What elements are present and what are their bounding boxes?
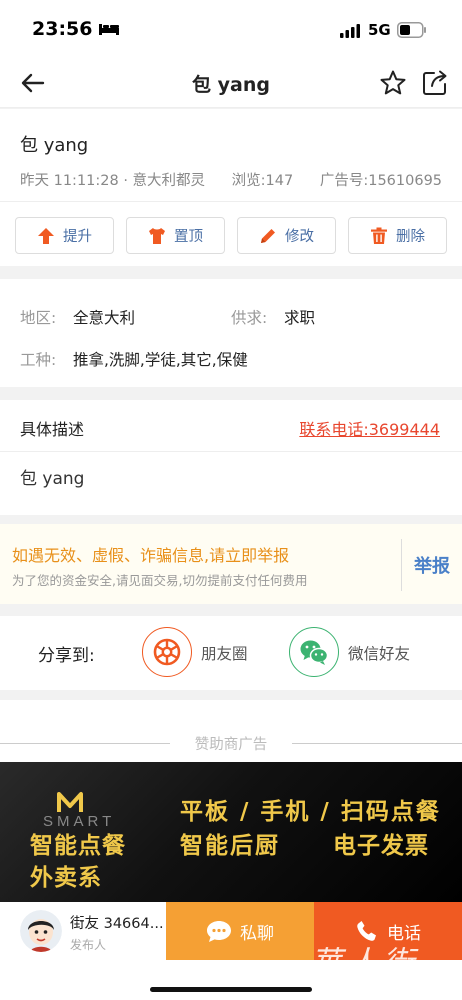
ad-banner[interactable]: SMART 智能点餐 外卖系 平板 / 手机 / 扫码点餐 智能后厨 电子发票: [0, 762, 462, 902]
divider: [0, 201, 462, 202]
info-card: 地区: 全意大利 供求: 求职 工种: 推拿,洗脚,学徒,其它,保健: [0, 279, 462, 387]
private-chat-button[interactable]: 私聊: [166, 902, 314, 960]
description-body: 包 yang: [20, 469, 85, 489]
wechat-icon: [300, 640, 329, 665]
shirt-icon: [149, 227, 165, 244]
ad-text-line2: 外卖系: [30, 865, 102, 891]
battery-icon: [397, 22, 426, 38]
divider: [401, 539, 402, 591]
edit-button[interactable]: 修改: [237, 217, 336, 254]
share-moments-button[interactable]: [142, 627, 192, 677]
home-indicator: [150, 987, 312, 992]
poster-role: 发布人: [70, 938, 107, 952]
ad-text-line3: 平板 / 手机 / 扫码点餐: [180, 799, 441, 825]
fraud-warning: 如遇无效、虚假、诈骗信息,请立即举报 为了您的资金安全,请见面交易,切勿提前支付…: [0, 524, 462, 604]
chat-bubble-icon: [207, 921, 231, 942]
status-bar: 23:56 5G: [0, 0, 462, 58]
network-label: 5G: [368, 21, 391, 39]
share-card: 分享到: 朋友圈 微信好友: [0, 616, 462, 690]
promote-label: 提升: [63, 229, 92, 245]
bed-icon: [99, 24, 119, 35]
status-time: 23:56: [32, 18, 93, 40]
region-value: 全意大利: [73, 309, 136, 327]
job-type-value: 推拿,洗脚,学徒,其它,保健: [73, 351, 248, 369]
contact-phone-link[interactable]: 联系电话:3699444: [299, 416, 440, 440]
arrow-up-icon: [38, 227, 54, 244]
share-icon[interactable]: [421, 69, 449, 97]
star-icon[interactable]: [379, 69, 407, 97]
nav-bar: 包 yang: [0, 58, 462, 108]
promote-button[interactable]: 提升: [15, 217, 114, 254]
report-button[interactable]: 举报: [414, 552, 450, 578]
share-label: 分享到:: [38, 646, 95, 666]
avatar[interactable]: [20, 910, 62, 952]
description-card: 具体描述 联系电话:3699444 包 yang: [0, 400, 462, 515]
ad-text-line5: 电子发票: [333, 833, 429, 859]
job-type-label: 工种:: [20, 351, 57, 369]
avatar-icon: [20, 910, 62, 952]
region-label: 地区:: [20, 309, 57, 327]
poster-name[interactable]: 街友 34664...: [70, 912, 164, 933]
share-wechat-label[interactable]: 微信好友: [348, 642, 410, 664]
private-chat-label: 私聊: [240, 923, 274, 944]
post-time-location: 昨天 11:11:28 · 意大利都灵: [20, 173, 206, 189]
pin-top-label: 置顶: [174, 229, 203, 245]
post-title: 包 yang: [20, 135, 89, 156]
ad-number: 广告号:15610695: [319, 173, 443, 189]
delete-button[interactable]: 删除: [348, 217, 447, 254]
supply-label: 供求:: [231, 309, 268, 327]
pin-top-button[interactable]: 置顶: [126, 217, 225, 254]
trash-icon: [371, 227, 387, 244]
divider: [0, 451, 462, 452]
sponsor-section: 赞助商广告 SMART 智能点餐 外卖系 平板 / 手机 / 扫码点餐 智能后厨…: [0, 700, 462, 902]
share-wechat-button[interactable]: [289, 627, 339, 677]
description-heading: 具体描述: [20, 420, 85, 439]
smart-logo: SMART: [43, 792, 111, 830]
edit-label: 修改: [285, 229, 314, 245]
signal-icon: [340, 24, 360, 38]
watermark-sub: HUARENJIE: [327, 974, 415, 987]
supply-value: 求职: [284, 309, 316, 327]
camera-aperture-icon: [153, 638, 181, 666]
ad-text-line4: 智能后厨: [180, 833, 280, 859]
view-count: 浏览:147: [231, 173, 294, 189]
delete-label: 删除: [396, 229, 425, 245]
post-meta: 昨天 11:11:28 · 意大利都灵 浏览:147 广告号:15610695: [20, 169, 442, 190]
warning-subtitle: 为了您的资金安全,请见面交易,切勿提前支付任何费用: [12, 573, 308, 588]
post-header: 包 yang 昨天 11:11:28 · 意大利都灵 浏览:147 广告号:15…: [0, 109, 462, 266]
pencil-icon: [261, 228, 275, 243]
divider: [292, 743, 462, 744]
share-moments-label[interactable]: 朋友圈: [201, 642, 248, 664]
ad-text-line1: 智能点餐: [30, 833, 126, 859]
bottom-action-bar: 街友 34664... 发布人 私聊 电话 華人街 HUARENJIE: [0, 902, 462, 1000]
warning-title: 如遇无效、虚假、诈骗信息,请立即举报: [12, 546, 290, 565]
